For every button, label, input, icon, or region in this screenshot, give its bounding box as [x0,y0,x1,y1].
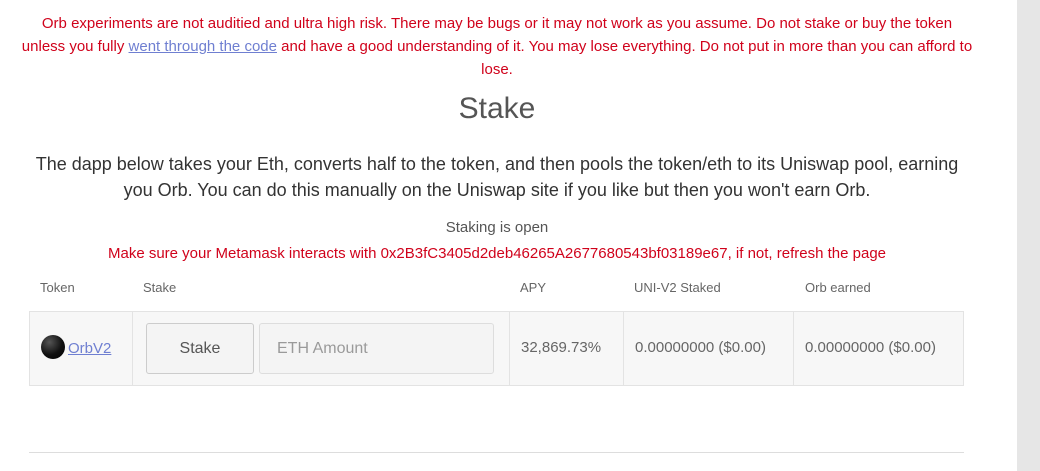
metamask-notice: Make sure your Metamask interacts with 0… [107,245,887,262]
header-token: Token [40,280,75,295]
dapp-description: The dapp below takes your Eth, converts … [35,154,959,200]
code-link[interactable]: went through the code [129,38,277,55]
cell-divider [623,311,624,386]
header-apy: APY [520,280,547,295]
orb-token-icon [41,335,65,359]
apy-value: 32,869.73% [521,339,602,356]
cell-divider [132,311,133,386]
risk-warning: Orb experiments are not auditied and ult… [20,12,974,81]
uni-staked-value: 0.00000000 ($0.00) [635,339,766,356]
cell-divider [509,311,510,386]
warning-text-end: and have a good understanding of it. You… [276,38,973,78]
header-orb-earned: Orb earned [805,280,871,295]
scrollbar[interactable] [1017,0,1040,471]
page: Orb experiments are not auditied and ult… [0,0,1040,471]
stake-button[interactable]: Stake [146,323,254,374]
staking-status: Staking is open [445,219,549,236]
orb-earned-value: 0.00000000 ($0.00) [805,339,936,356]
token-link[interactable]: OrbV2 [68,340,111,357]
divider [29,452,964,453]
page-title: Stake [458,92,536,125]
header-uni-staked: UNI-V2 Staked [634,280,721,295]
eth-amount-input[interactable] [259,323,494,374]
cell-divider [793,311,794,386]
header-stake: Stake [143,280,177,295]
